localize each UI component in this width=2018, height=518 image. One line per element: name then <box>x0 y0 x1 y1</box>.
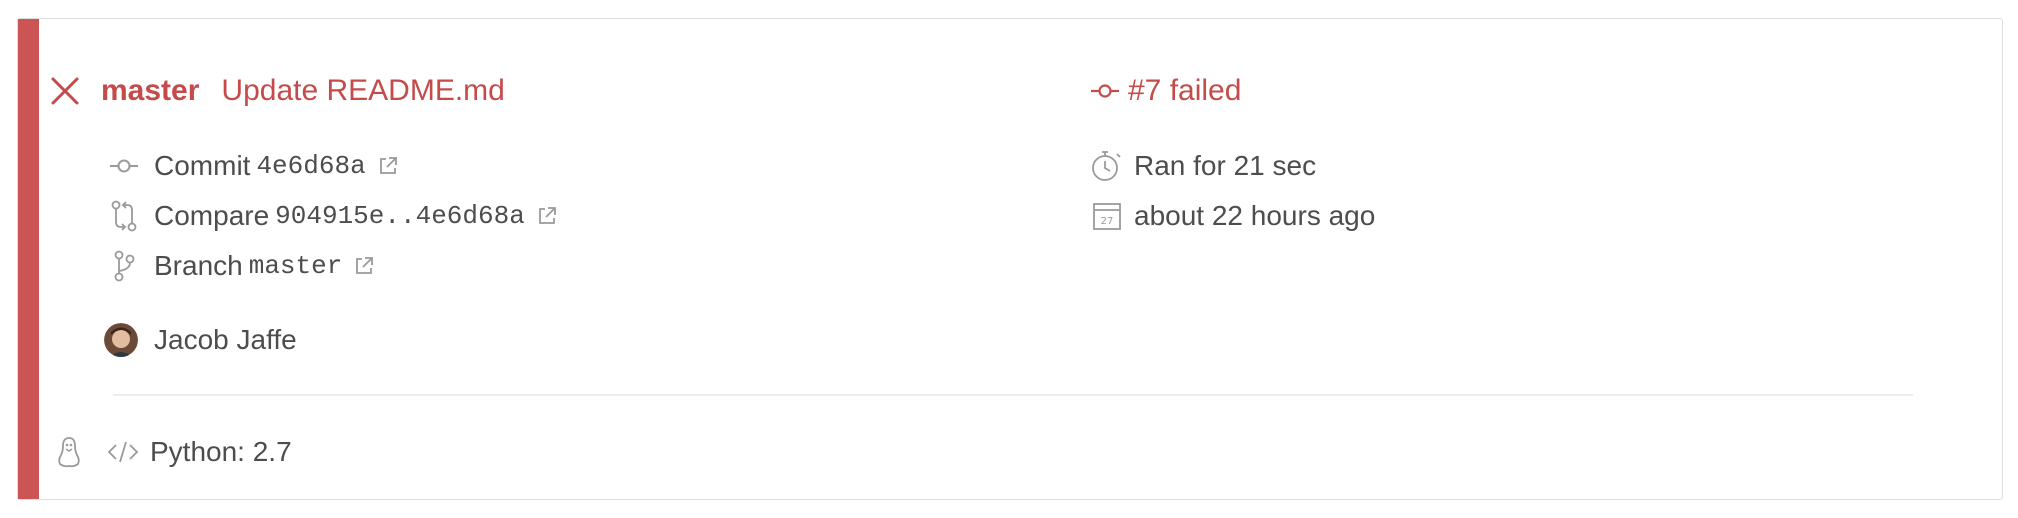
divider <box>113 394 1913 396</box>
commit-row: Commit 4e6d68a <box>108 146 398 186</box>
branch-label: Branch <box>154 250 243 281</box>
compare-range-link[interactable]: 904915e..4e6d68a <box>275 201 525 231</box>
external-link-icon[interactable] <box>537 206 557 226</box>
compare-icon <box>108 200 140 232</box>
commit-message-link[interactable]: Update README.md <box>221 74 504 108</box>
build-title-row: master Update README.md <box>48 71 505 111</box>
finished-row: 27 about 22 hours ago <box>1090 196 1375 236</box>
duration-text: Ran for 21 sec <box>1134 150 1317 181</box>
compare-label: Compare <box>154 200 270 231</box>
finished-time: about 22 hours ago <box>1134 200 1376 231</box>
branch-row: Branch master <box>108 246 374 286</box>
linux-icon <box>54 436 84 468</box>
compare-row: Compare 904915e..4e6d68a <box>108 196 557 236</box>
calendar-day: 27 <box>1101 216 1114 227</box>
branch-icon <box>108 250 140 282</box>
language-text: Python: 2.7 <box>150 436 292 467</box>
duration-row: Ran for 21 sec <box>1090 146 1316 186</box>
job-config-row: Python: 2.7 <box>54 432 292 472</box>
build-number-row: #7 failed <box>1090 71 1241 111</box>
build-number-link[interactable]: #7 failed <box>1128 74 1241 108</box>
build-card: master Update README.md #7 failed Commit… <box>17 18 2003 500</box>
external-link-icon[interactable] <box>354 256 374 276</box>
calendar-icon: 27 <box>1090 200 1124 232</box>
commit-sha-link[interactable]: 4e6d68a <box>256 151 365 181</box>
stopwatch-icon <box>1090 148 1124 184</box>
external-link-icon[interactable] <box>378 156 398 176</box>
commit-label: Commit <box>154 150 251 181</box>
branch-name-link[interactable]: master <box>249 251 343 281</box>
author-name: Jacob Jaffe <box>154 324 297 355</box>
commit-icon <box>1090 81 1120 101</box>
author-row: Jacob Jaffe <box>104 320 297 360</box>
code-icon <box>106 440 140 464</box>
close-icon <box>48 74 82 108</box>
failed-status-bar <box>18 19 39 499</box>
commit-icon <box>108 156 140 176</box>
avatar[interactable] <box>104 323 138 357</box>
branch-link[interactable]: master <box>101 74 199 108</box>
